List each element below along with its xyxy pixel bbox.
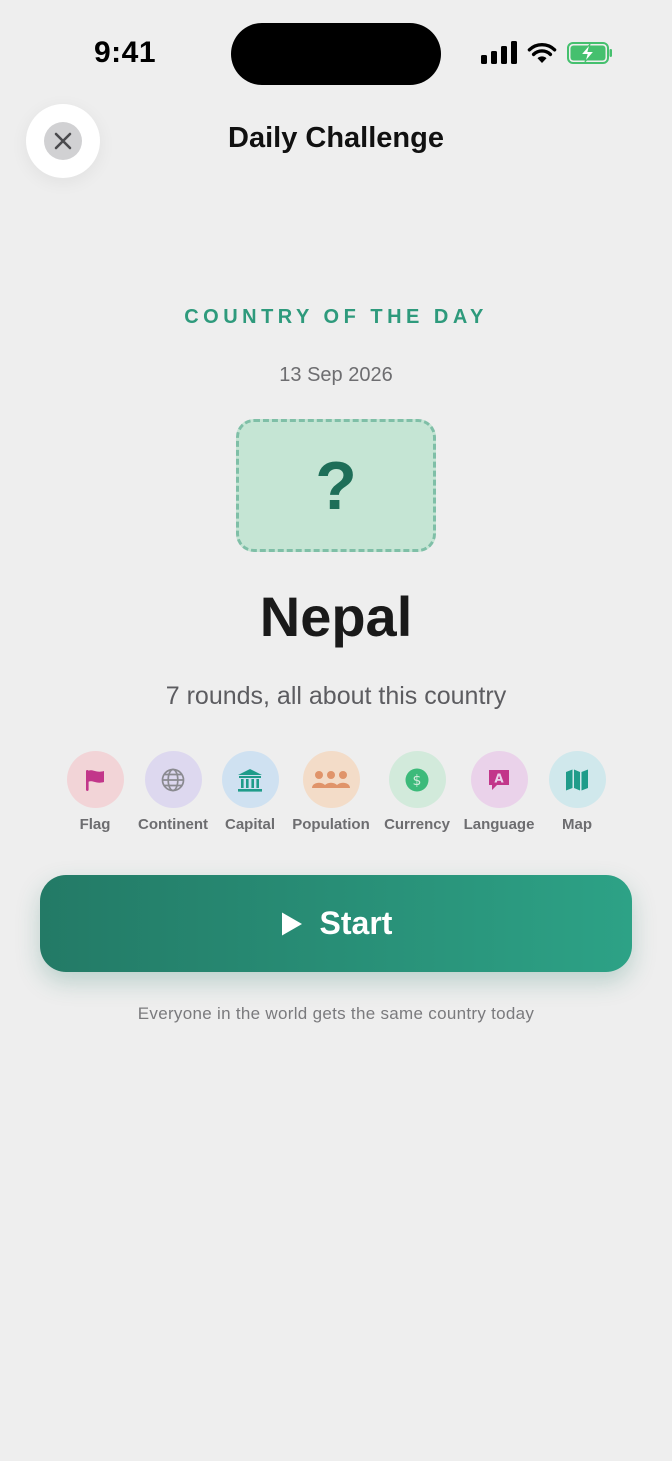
- flag-icon: [86, 769, 104, 791]
- category-label: Capital: [224, 816, 275, 833]
- page-title: Daily Challenge: [228, 122, 444, 154]
- footnote: Everyone in the world gets the same coun…: [137, 1004, 535, 1023]
- svg-text:$: $: [413, 773, 422, 789]
- category-language-bubble: A: [470, 751, 528, 808]
- category-label: Population: [292, 816, 370, 833]
- start-button[interactable]: Start: [40, 875, 632, 972]
- flag-placeholder: ?: [236, 419, 436, 552]
- people-icon: [312, 770, 350, 788]
- round-categories: Flag Continent Capital Population $ Curr…: [56, 751, 616, 841]
- globe-icon: [161, 768, 185, 791]
- category-currency-bubble: $: [388, 751, 446, 808]
- svg-text:A: A: [494, 771, 504, 785]
- category-population: Population: [285, 751, 377, 833]
- category-capital-bubble: [221, 751, 279, 808]
- category-continent-bubble: [144, 751, 202, 808]
- category-flag-bubble: [66, 751, 124, 808]
- challenge-date: 13 Sep 2026: [279, 364, 393, 386]
- category-map-bubble: [548, 751, 606, 808]
- map-icon: [566, 769, 588, 790]
- category-label: Currency: [384, 816, 450, 833]
- category-currency: $ Currency: [371, 751, 463, 833]
- play-icon: [281, 912, 302, 935]
- eyebrow-label: COUNTRY OF THE DAY: [184, 306, 488, 328]
- building-columns-icon: [238, 768, 262, 792]
- dynamic-island: [231, 23, 441, 85]
- category-capital: Capital: [204, 751, 296, 833]
- category-population-bubble: [302, 751, 360, 808]
- country-name: Nepal: [259, 585, 413, 648]
- cellular-signal-icon: [481, 40, 517, 64]
- category-map: Map: [531, 751, 623, 833]
- status-time: 9:41: [94, 36, 157, 69]
- battery-charging-icon: [567, 42, 612, 64]
- category-label: Map: [562, 816, 592, 833]
- speech-bubble-icon: A: [489, 769, 509, 790]
- coin-icon: $: [405, 768, 429, 791]
- start-button-label: Start: [319, 905, 393, 941]
- rounds-subtitle: 7 rounds, all about this country: [165, 682, 507, 710]
- question-mark-icon: ?: [315, 447, 357, 524]
- wifi-icon: [527, 42, 557, 63]
